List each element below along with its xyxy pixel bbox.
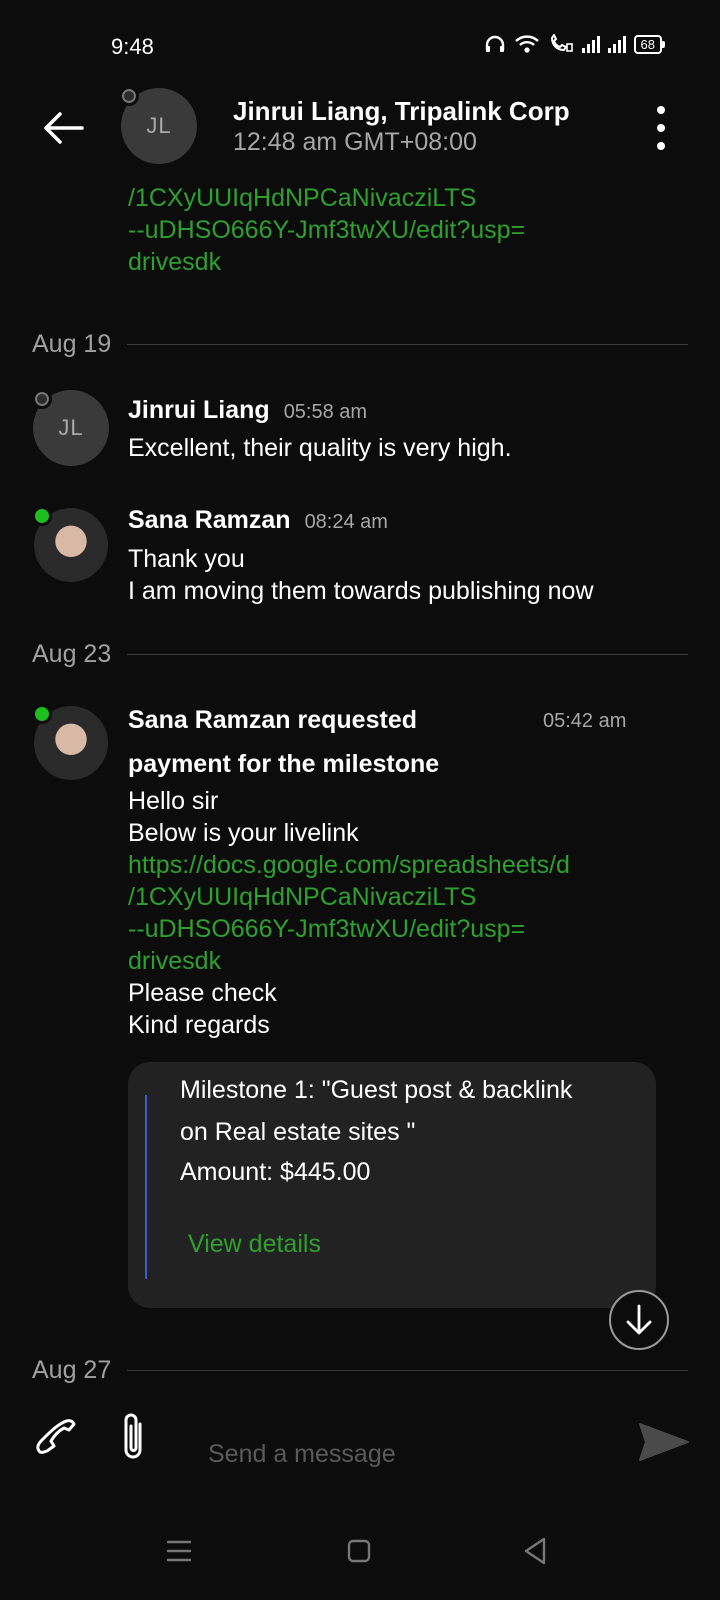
message-body: Hello sir Below is your livelink https:/…: [128, 787, 570, 1039]
presence-offline-dot: [32, 389, 52, 409]
phone-icon: [36, 1419, 76, 1454]
sender-action: payment for the milestone: [128, 750, 440, 778]
status-icons: 68: [484, 34, 666, 54]
wifi-icon: [514, 35, 539, 53]
sender-avatar[interactable]: [32, 704, 108, 780]
home-button[interactable]: [346, 1538, 372, 1564]
sender-name: Jinrui Liang: [128, 396, 270, 424]
header-avatar[interactable]: JL: [119, 86, 197, 164]
message-time: 08:24 am: [304, 511, 388, 533]
message-body: Excellent, their quality is very high.: [128, 434, 512, 462]
sender-name: Sana Ramzan requested: [128, 706, 417, 734]
triangle-back-icon: [524, 1537, 546, 1565]
message-body: Thank you I am moving them towards publi…: [128, 545, 594, 605]
message-time: 05:42 am: [543, 710, 627, 732]
link-fragment[interactable]: /1CXyUUIqHdNPCaNivacziLTS --uDHSO666Y-Jm…: [128, 182, 525, 278]
card-accent-bar: [145, 1095, 147, 1279]
send-icon: [639, 1423, 689, 1461]
signal-2-icon: [607, 35, 626, 53]
date-separator: Aug 19: [32, 330, 688, 359]
milestone-amount: Amount: $445.00: [180, 1158, 371, 1186]
milestone-title: Milestone 1: "Guest post & backlink: [180, 1076, 573, 1104]
arrow-left-icon: [44, 112, 84, 144]
signal-1-icon: [581, 35, 600, 53]
square-icon: [347, 1539, 371, 1563]
back-nav-button[interactable]: [522, 1536, 548, 1566]
sender-avatar[interactable]: JL: [32, 389, 109, 466]
spreadsheet-link[interactable]: https://docs.google.com/spreadsheets/d /…: [128, 849, 570, 977]
view-details-link[interactable]: View details: [188, 1228, 321, 1260]
presence-offline-dot: [119, 86, 139, 106]
presence-online-dot: [32, 704, 52, 724]
back-button[interactable]: [40, 104, 88, 152]
message-input[interactable]: Send a message: [208, 1440, 396, 1469]
recent-apps-button[interactable]: [166, 1538, 192, 1564]
milestone-title-cont: on Real estate sites ": [180, 1118, 416, 1146]
headphones-icon: [485, 35, 504, 52]
conversation-local-time: 12:48 am GMT+08:00: [233, 128, 477, 156]
sender-name: Sana Ramzan: [128, 506, 291, 534]
send-button[interactable]: [636, 1420, 692, 1464]
paperclip-icon: [124, 1413, 142, 1459]
call-button[interactable]: [30, 1412, 80, 1462]
menu-icon: [166, 1540, 192, 1562]
message-time: 05:58 am: [283, 401, 368, 423]
message-header: Jinrui Liang 05:58 am: [128, 396, 367, 425]
presence-online-dot: [32, 506, 52, 526]
message-header: Sana Ramzan 08:24 am: [128, 506, 388, 535]
battery-icon: 68: [633, 34, 666, 54]
scroll-to-bottom-button[interactable]: [609, 1290, 669, 1350]
attach-button[interactable]: [118, 1410, 148, 1464]
sender-avatar[interactable]: [32, 506, 108, 582]
arrow-down-icon: [626, 1304, 652, 1335]
date-separator: Aug 23: [32, 640, 688, 669]
status-time: 9:48: [111, 34, 154, 59]
conversation-title[interactable]: Jinrui Liang, Tripalink Corp: [233, 96, 570, 127]
wifi-calling-icon: [550, 34, 573, 52]
more-options-button[interactable]: [654, 106, 668, 150]
date-separator: Aug 27: [32, 1356, 688, 1385]
